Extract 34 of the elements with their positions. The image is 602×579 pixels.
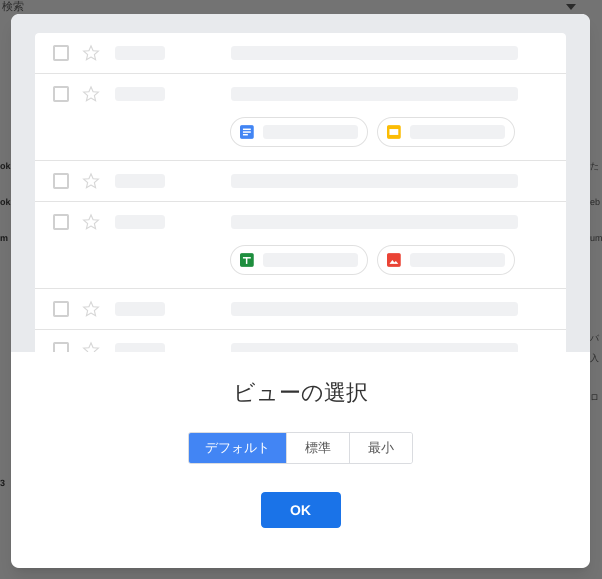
checkbox[interactable]: [53, 45, 69, 61]
image-icon: [387, 253, 401, 267]
background-text: 3: [0, 478, 6, 488]
background-text: 入: [590, 353, 599, 363]
star-icon[interactable]: [82, 172, 100, 190]
checkbox[interactable]: [53, 86, 69, 102]
star-icon[interactable]: [82, 85, 100, 103]
search-text: 検索: [2, 1, 24, 13]
ok-button[interactable]: OK: [260, 492, 340, 528]
background-text: ok: [0, 197, 11, 207]
star-icon[interactable]: [82, 300, 100, 318]
view-option-tab[interactable]: デフォルト: [189, 433, 286, 463]
background-text: m: [0, 233, 8, 243]
background-text: ロ: [590, 392, 599, 402]
view-option-tab[interactable]: 最小: [349, 433, 412, 463]
attachment-chip[interactable]: [230, 117, 368, 147]
attachment-chip[interactable]: [377, 117, 515, 147]
background-text: バ: [590, 333, 599, 343]
document-icon: [240, 125, 254, 139]
attachment-chip[interactable]: [230, 245, 368, 275]
star-icon[interactable]: [82, 213, 100, 231]
attachment-chip[interactable]: [377, 245, 515, 275]
spreadsheet-icon: [240, 253, 254, 267]
checkbox[interactable]: [53, 173, 69, 189]
background-text: た: [590, 161, 599, 171]
background-text: eb: [590, 197, 600, 207]
slides-icon: [387, 125, 401, 139]
dropdown-caret-icon: [566, 4, 576, 10]
checkbox[interactable]: [53, 301, 69, 317]
background-text: um: [590, 233, 602, 243]
checkbox[interactable]: [53, 214, 69, 230]
star-icon[interactable]: [82, 44, 100, 62]
background-text: ok: [0, 161, 11, 171]
dialog-title: ビューの選択: [233, 379, 368, 407]
